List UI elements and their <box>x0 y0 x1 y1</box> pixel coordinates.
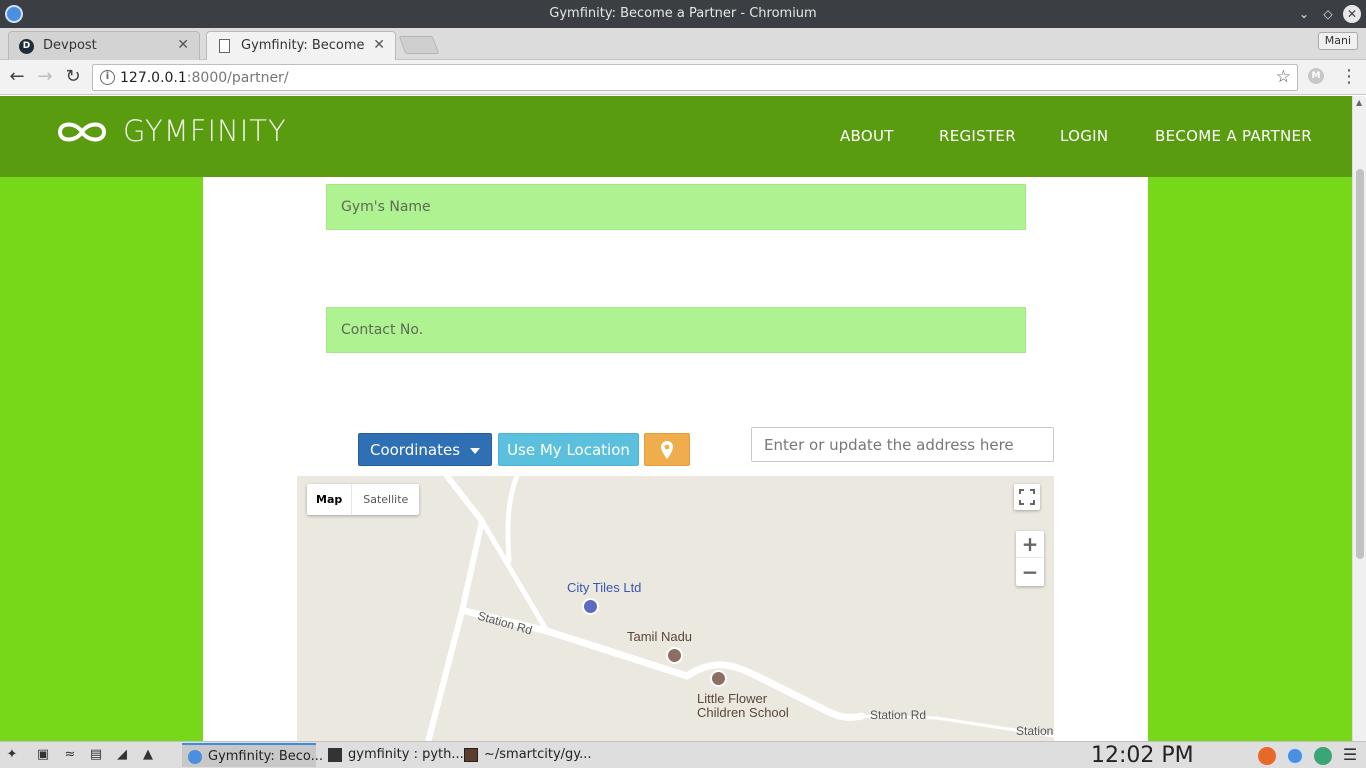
browser-toolbar: ← → ↻ i 127.0.0.1:8000/partner/ ☆ M ⋮ <box>0 60 1366 95</box>
page-scrollbar[interactable]: ▲ <box>1352 96 1366 741</box>
terminal-icon <box>328 748 342 762</box>
brand-name: GYMFINITY <box>123 114 287 148</box>
shopping-poi-icon[interactable] <box>582 598 599 615</box>
browser-menu-icon[interactable]: ⋮ <box>1340 66 1358 88</box>
map-type-map[interactable]: Map <box>307 484 351 515</box>
tab-label: Gymfinity: Become a P <box>241 38 366 53</box>
map-roads <box>425 476 1054 741</box>
map-label-school-1: Little Flower <box>697 691 768 706</box>
map-label-station-rd-2: Station Rd <box>870 708 927 722</box>
usb-device-icon[interactable]: ▣ <box>35 747 51 763</box>
close-window-button[interactable]: ✕ <box>1343 5 1361 23</box>
nav-register[interactable]: REGISTER <box>939 127 1016 145</box>
tab-label: Devpost <box>43 38 97 53</box>
task-file-manager[interactable]: ~/smartcity/gy... <box>458 743 592 767</box>
address-input[interactable]: Enter or update the address here <box>751 427 1054 462</box>
map-container[interactable]: Map Satellite + − City Tiles Ltd Station … <box>297 476 1054 741</box>
contact-number-field[interactable]: Contact No. <box>326 307 1026 353</box>
map-type-satellite[interactable]: Satellite <box>351 484 419 515</box>
taskbar-menu-icon[interactable]: ☰ <box>1342 747 1358 763</box>
close-tab-icon[interactable]: ✕ <box>373 37 385 53</box>
map-label-station: Station <box>1016 724 1054 738</box>
maximize-button[interactable]: ◇ <box>1319 5 1337 23</box>
reload-icon[interactable]: ↻ <box>62 66 84 88</box>
firefox-icon[interactable] <box>1258 747 1276 765</box>
volume-muted-icon[interactable]: ◢ <box>114 747 130 763</box>
chromium-launcher-icon[interactable] <box>1286 747 1304 765</box>
nav-about[interactable]: ABOUT <box>840 127 894 145</box>
app-launcher-icon[interactable]: ✦ <box>4 747 20 763</box>
map-label-school-2: Children School <box>697 705 789 720</box>
info-icon[interactable]: i <box>100 70 115 85</box>
map-pin-button[interactable] <box>644 433 690 466</box>
scroll-up-icon[interactable]: ▲ <box>1356 98 1362 107</box>
partner-form-card: Gym's Name Contact No. Coordinates Use M… <box>203 177 1148 741</box>
school-poi-icon[interactable] <box>710 670 727 687</box>
tab-strip: D Devpost ✕ Gymfinity: Become a P ✕ Mani <box>0 28 1366 60</box>
address-bar[interactable]: i 127.0.0.1:8000/partner/ ☆ <box>92 64 1298 91</box>
minimize-button[interactable]: ⌄ <box>1295 5 1313 23</box>
scrollbar-thumb[interactable] <box>1356 169 1364 559</box>
map-marker-icon <box>661 441 673 459</box>
tab-devpost[interactable]: D Devpost ✕ <box>8 31 200 60</box>
page-favicon-icon <box>219 39 230 53</box>
zoom-in-button[interactable]: + <box>1016 531 1044 558</box>
nav-login[interactable]: LOGIN <box>1060 127 1108 145</box>
clipboard-icon[interactable]: ▤ <box>88 747 104 763</box>
system-taskbar: ✦ ▣ ≈ ▤ ◢ ▲ Gymfinity: Beco... gymfinity… <box>0 741 1366 768</box>
extension-icon[interactable]: M <box>1308 68 1324 84</box>
fullscreen-icon <box>1019 489 1035 505</box>
chromium-task-icon <box>188 750 202 764</box>
close-tab-icon[interactable]: ✕ <box>177 37 189 53</box>
page-viewport: GYMFINITY ABOUT REGISTER LOGIN BECOME A … <box>0 96 1352 741</box>
file-manager-icon <box>464 748 478 762</box>
map-type-control: Map Satellite <box>307 484 420 515</box>
gym-name-field[interactable]: Gym's Name <box>326 184 1026 230</box>
zoom-out-button[interactable]: − <box>1016 559 1044 586</box>
zoom-control: + − <box>1016 531 1044 586</box>
bookmark-star-icon[interactable]: ☆ <box>1276 67 1291 87</box>
forward-arrow-icon[interactable]: → <box>34 66 56 88</box>
devpost-favicon-icon: D <box>19 39 34 54</box>
fullscreen-button[interactable] <box>1014 484 1040 510</box>
caret-down-icon <box>470 447 481 454</box>
task-chromium[interactable]: Gymfinity: Beco... <box>182 743 323 767</box>
task-terminal[interactable]: gymfinity : pyth... <box>322 743 464 767</box>
window-title: Gymfinity: Become a Partner - Chromium <box>549 6 817 21</box>
map-label-tamil-nadu: Tamil Nadu <box>627 629 693 644</box>
nav-become-partner[interactable]: BECOME A PARTNER <box>1155 127 1312 145</box>
site-header: GYMFINITY ABOUT REGISTER LOGIN BECOME A … <box>0 96 1352 177</box>
clock[interactable]: 12:02 PM <box>1091 743 1194 768</box>
coordinates-dropdown-button[interactable]: Coordinates <box>358 433 492 466</box>
use-my-location-button[interactable]: Use My Location <box>498 433 639 466</box>
new-tab-button[interactable] <box>398 36 440 54</box>
atom-editor-icon[interactable] <box>1314 747 1332 765</box>
wifi-icon[interactable]: ≈ <box>62 747 78 763</box>
profile-button[interactable]: Mani <box>1317 32 1358 50</box>
map-label-city-tiles: City Tiles Ltd <box>567 580 642 595</box>
tray-expand-icon[interactable]: ▲ <box>140 747 156 763</box>
tab-gymfinity[interactable]: Gymfinity: Become a P ✕ <box>206 31 396 60</box>
url-text: 127.0.0.1:8000/partner/ <box>120 70 289 86</box>
government-poi-icon[interactable] <box>666 647 683 664</box>
window-titlebar: Gymfinity: Become a Partner - Chromium ⌄… <box>0 0 1366 28</box>
infinity-logo-icon <box>57 122 107 142</box>
back-arrow-icon[interactable]: ← <box>6 66 28 88</box>
